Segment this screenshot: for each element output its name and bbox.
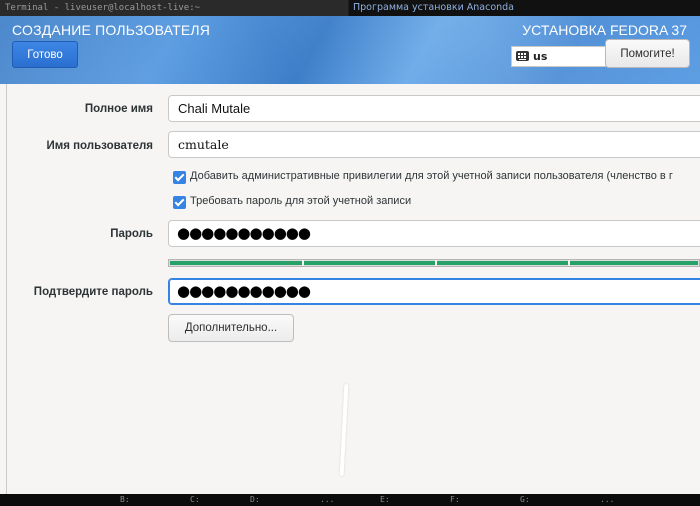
password-label: Пароль	[110, 228, 153, 240]
admin-checkbox-label[interactable]: Добавить административные привилегии для…	[190, 170, 673, 182]
spoke-header: СОЗДАНИЕ ПОЛЬЗОВАТЕЛЯ Готово УСТАНОВКА F…	[0, 16, 700, 84]
advanced-button[interactable]: Дополнительно...	[168, 314, 294, 342]
taskbar-item[interactable]: G:	[520, 494, 530, 506]
fullname-field[interactable]: Chali Mutale	[168, 95, 700, 122]
spoke-title: СОЗДАНИЕ ПОЛЬЗОВАТЕЛЯ	[12, 22, 211, 38]
install-title: УСТАНОВКА FEDORA 37	[522, 22, 687, 38]
admin-checkbox[interactable]	[173, 171, 186, 184]
taskbar-item[interactable]: C:	[190, 494, 200, 506]
require-password-checkbox[interactable]	[173, 196, 186, 209]
taskbar: B: C: D: ... E: F: G: ...	[0, 494, 700, 506]
fullname-value: Chali Mutale	[178, 101, 251, 116]
strength-separator	[568, 260, 570, 266]
keyboard-icon	[516, 51, 529, 61]
taskbar-item[interactable]: F:	[450, 494, 460, 506]
confirm-password-value: ●●●●●●●●●●●	[177, 282, 311, 300]
username-value: cmutale	[178, 137, 229, 152]
keyboard-layout-indicator[interactable]: us	[511, 46, 607, 67]
password-field[interactable]: ●●●●●●●●●●●	[168, 220, 700, 247]
password-strength-bar	[168, 259, 700, 267]
taskbar-item[interactable]: D:	[250, 494, 260, 506]
anaconda-window: СОЗДАНИЕ ПОЛЬЗОВАТЕЛЯ Готово УСТАНОВКА F…	[0, 16, 700, 494]
taskbar-item[interactable]: E:	[380, 494, 390, 506]
strength-separator	[302, 260, 304, 266]
keyboard-layout-label: us	[533, 50, 548, 63]
username-label: Имя пользователя	[46, 140, 153, 152]
terminal-window-tab[interactable]: Terminal - liveuser@localhost-live:~	[0, 0, 348, 16]
confirm-password-label: Подтвердите пароль	[33, 286, 153, 298]
taskbar-item[interactable]: ...	[600, 494, 614, 506]
window-manager-bar: Terminal - liveuser@localhost-live:~ Про…	[0, 0, 700, 16]
anaconda-window-tab[interactable]: Программа установки Anaconda	[349, 0, 700, 16]
password-strength-fill	[170, 261, 698, 265]
require-password-label[interactable]: Требовать пароль для этой учетной записи	[190, 195, 411, 207]
cursor-artifact	[339, 383, 349, 477]
strength-separator	[435, 260, 437, 266]
username-field[interactable]: cmutale	[168, 131, 700, 158]
help-button[interactable]: Помогите!	[605, 39, 690, 68]
done-button[interactable]: Готово	[12, 41, 78, 68]
fullname-label: Полное имя	[84, 103, 153, 115]
confirm-password-field[interactable]: ●●●●●●●●●●●	[168, 278, 700, 305]
content-border	[6, 84, 7, 494]
taskbar-item[interactable]: ...	[320, 494, 334, 506]
taskbar-item[interactable]: B:	[120, 494, 130, 506]
password-value: ●●●●●●●●●●●	[177, 224, 311, 242]
